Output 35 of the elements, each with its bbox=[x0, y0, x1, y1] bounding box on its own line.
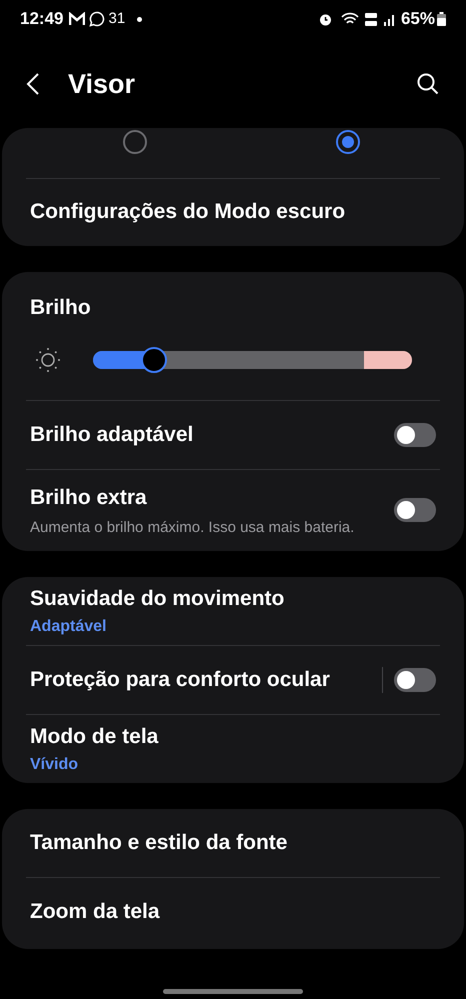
chat-icon bbox=[89, 11, 106, 27]
battery-icon bbox=[437, 12, 446, 26]
slider-thumb[interactable] bbox=[140, 346, 167, 372]
list-item[interactable]: Modo de tela Vívido bbox=[2, 715, 464, 783]
item-description: Aumenta o brilho máximo. Isso usa mais bateria. bbox=[30, 518, 356, 538]
battery-percent: 65% bbox=[400, 8, 435, 30]
item-title: Brilho extra bbox=[30, 484, 148, 510]
list-item[interactable]: Brilho extra Aumenta o brilho máximo. Isso usa mais bateria. bbox=[2, 470, 464, 551]
item-value: Vívido bbox=[30, 754, 80, 775]
item-value: Adaptável bbox=[30, 616, 108, 637]
status-time: 12:49 bbox=[20, 8, 64, 30]
list-item[interactable]: Proteção para conforto ocular bbox=[2, 646, 464, 714]
item-title: Suavidade do movimento bbox=[30, 586, 286, 612]
wifi-icon bbox=[340, 12, 359, 26]
sun-icon bbox=[35, 346, 61, 372]
list-item[interactable]: Suavidade do movimento Adaptável bbox=[2, 577, 464, 645]
radio-button[interactable] bbox=[336, 130, 360, 154]
search-button[interactable] bbox=[416, 72, 440, 96]
alarm-icon bbox=[318, 12, 333, 26]
item-title: Proteção para conforto ocular bbox=[30, 667, 331, 694]
signal-icon bbox=[382, 12, 397, 26]
list-item[interactable]: Tamanho e estilo da fonte bbox=[2, 809, 464, 877]
toggle-switch[interactable] bbox=[394, 422, 436, 446]
toggle-switch[interactable] bbox=[394, 668, 436, 692]
mail-icon bbox=[69, 12, 86, 26]
list-item[interactable]: Configurações do Modo escuro bbox=[2, 179, 464, 245]
toggle-switch[interactable] bbox=[394, 498, 436, 522]
temperature: 31 bbox=[108, 8, 126, 29]
radio-button[interactable] bbox=[122, 130, 146, 154]
item-title: Modo de tela bbox=[30, 724, 160, 750]
list-item[interactable]: Brilho adaptável bbox=[2, 400, 464, 468]
list-item[interactable]: Zoom da tela bbox=[2, 878, 464, 946]
page-title: Visor bbox=[68, 68, 136, 101]
item-title: Brilho adaptável bbox=[30, 422, 194, 448]
section-title: Brilho bbox=[29, 295, 92, 321]
